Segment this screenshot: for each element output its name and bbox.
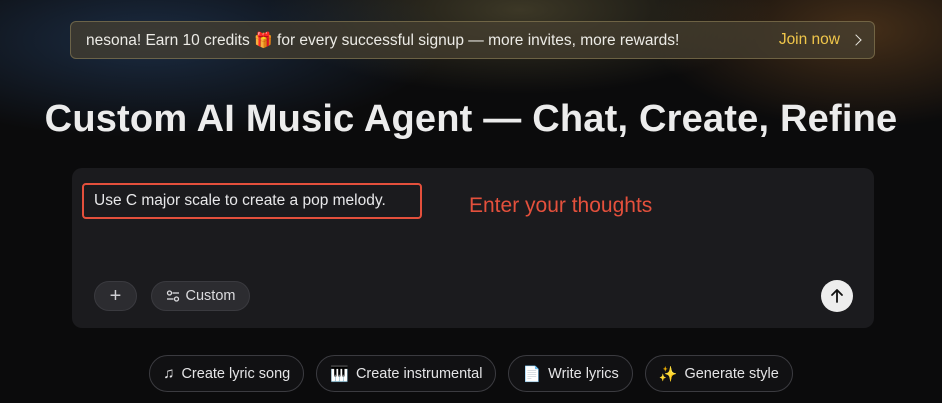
plus-icon: +	[109, 284, 122, 307]
custom-mode-button[interactable]: Custom	[151, 281, 250, 311]
chip-label: Write lyrics	[548, 365, 619, 382]
piano-keys-icon: 🎹	[330, 365, 349, 383]
chip-create-instrumental[interactable]: 🎹 Create instrumental	[316, 355, 497, 392]
annotation-label: Enter your thoughts	[469, 194, 653, 217]
chip-label: Create instrumental	[355, 365, 483, 382]
chip-create-lyric-song[interactable]: ♫ Create lyric song	[149, 355, 305, 392]
chip-write-lyrics[interactable]: 📄 Write lyrics	[508, 355, 633, 392]
document-icon: 📄	[522, 365, 542, 383]
promo-text-start: nesona! Earn 10 credits	[86, 31, 255, 49]
join-now-label: Join now	[778, 31, 840, 48]
add-attachment-button[interactable]: +	[94, 281, 137, 311]
promo-text: nesona! Earn 10 credits 🎁 for every succ…	[86, 31, 779, 50]
sliders-icon	[166, 290, 179, 302]
music-note-icon: ♫	[163, 365, 175, 382]
send-button[interactable]	[821, 280, 853, 312]
custom-mode-label: Custom	[185, 288, 236, 304]
page: nesona! Earn 10 credits 🎁 for every succ…	[0, 0, 942, 403]
gift-icon: 🎁	[254, 31, 273, 49]
chip-label: Create lyric song	[181, 365, 291, 382]
suggestion-chips: ♫ Create lyric song 🎹 Create instrumenta…	[0, 355, 942, 392]
prompt-composer: Use C major scale to create a pop melody…	[72, 168, 874, 328]
arrow-up-icon	[831, 289, 843, 303]
join-now-link[interactable]: Join now	[778, 31, 862, 49]
sparkles-icon: ✨	[658, 365, 678, 383]
prompt-input[interactable]: Use C major scale to create a pop melody…	[82, 183, 422, 219]
promo-text-end: for every successful signup — more invit…	[272, 31, 680, 49]
chip-label: Generate style	[684, 365, 779, 382]
chevron-right-icon	[850, 34, 862, 46]
promo-banner: nesona! Earn 10 credits 🎁 for every succ…	[70, 21, 875, 59]
chip-generate-style[interactable]: ✨ Generate style	[644, 355, 793, 392]
page-title: Custom AI Music Agent — Chat, Create, Re…	[44, 98, 898, 140]
